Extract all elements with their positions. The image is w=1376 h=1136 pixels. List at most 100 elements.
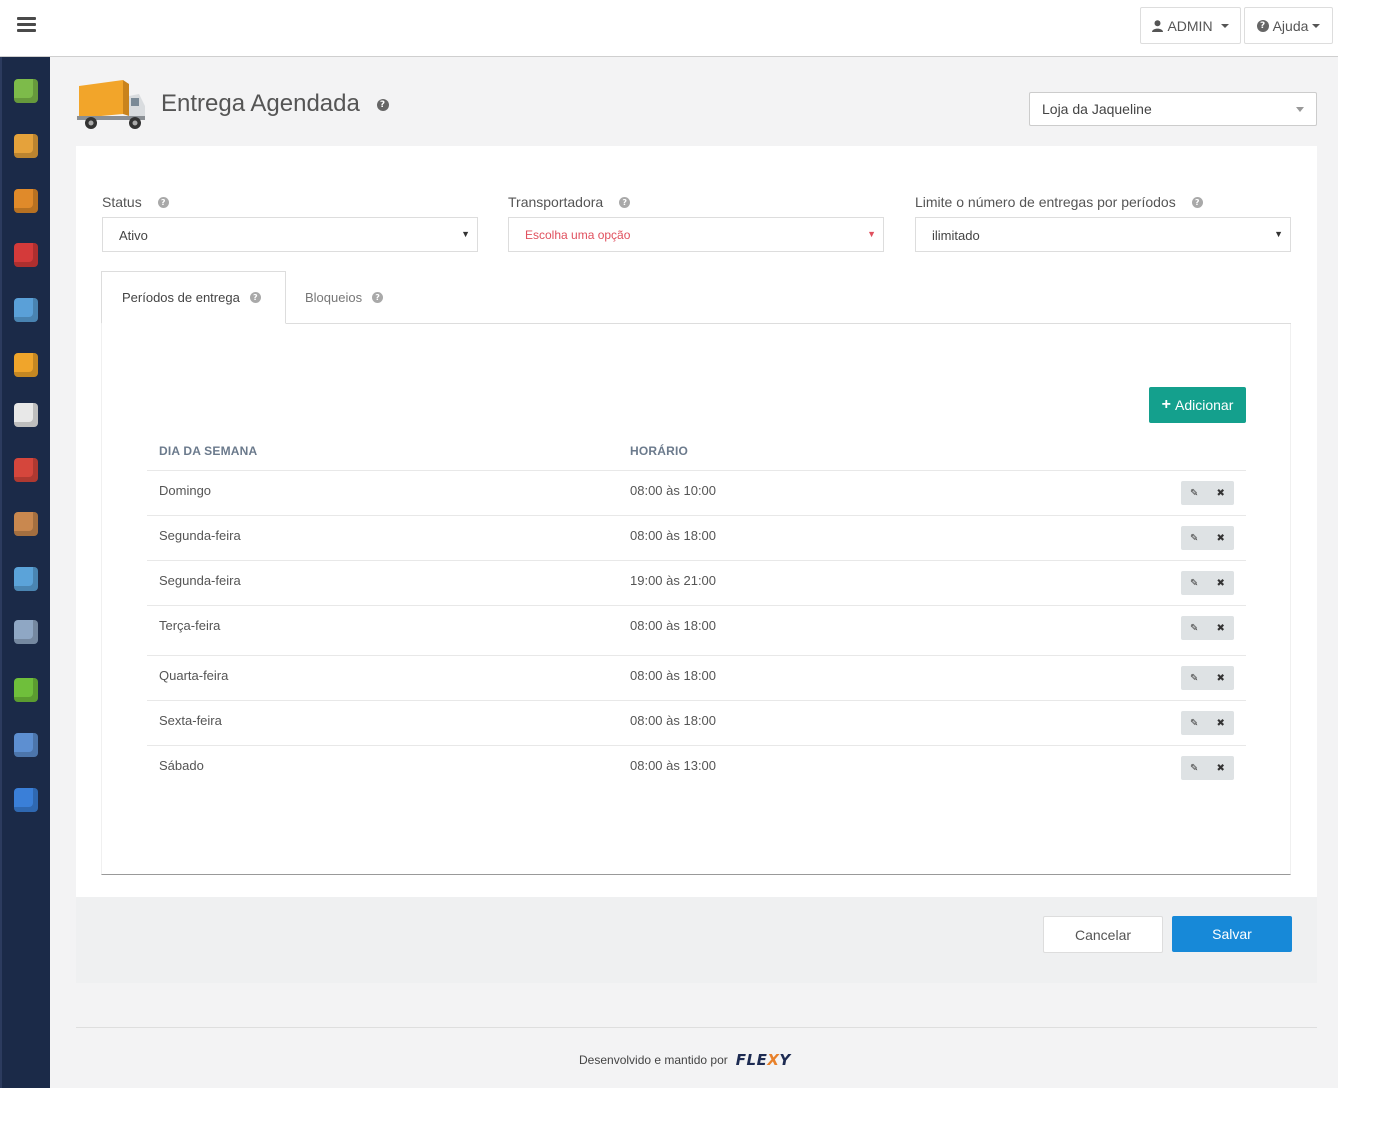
menu-toggle-icon[interactable] [17,17,36,32]
day-cell: Terça-feira [159,618,221,633]
day-cell: Domingo [159,483,212,498]
bar-chart-icon[interactable] [14,678,38,702]
time-cell: 08:00 às 18:00 [630,618,717,633]
user-icon [1152,19,1164,32]
delete-x-icon[interactable]: ✖ [1208,526,1235,550]
delete-x-icon[interactable]: ✖ [1208,481,1235,505]
help-icon[interactable]: ? [1191,196,1203,208]
page-footer: Desenvolvido e mantido por FLEXY [579,1051,791,1069]
caret-down-icon: ▼ [867,229,876,239]
time-cell: 08:00 às 18:00 [630,528,717,543]
main-content: Entrega Agendada ? Loja da Jaqueline Sta… [50,57,1338,1088]
help-book-icon[interactable] [14,788,38,812]
form-actions-bar: Cancelar Salvar [76,897,1317,983]
day-cell: Segunda-feira [159,528,241,543]
help-icon[interactable]: ? [372,292,384,303]
chevron-down-icon [1296,107,1304,112]
user-menu-button[interactable]: ADMIN [1140,7,1241,44]
edit-pencil-icon[interactable]: ✎ [1181,526,1208,550]
limit-select-value: ilimitado [932,228,980,243]
help-icon[interactable]: ? [249,292,261,303]
chevron-down-icon [1220,23,1229,28]
sidebar [0,57,50,1088]
users-icon[interactable] [14,458,38,482]
time-cell: 08:00 às 18:00 [630,668,717,683]
page-title-wrap: Entrega Agendada ? [161,90,389,118]
tab-label: Períodos de entrega [122,290,240,305]
help-menu-label: Ajuda [1272,17,1309,34]
edit-pencil-icon[interactable]: ✎ [1181,481,1208,505]
edit-pencil-icon[interactable]: ✎ [1181,666,1208,690]
monitor-settings-icon[interactable] [14,733,38,757]
tab-delivery-periods[interactable]: Períodos de entrega ? [101,271,286,324]
page-title: Entrega Agendada [161,90,360,117]
form-card: Status ? Ativo ▼ Transportadora ? Escolh… [76,146,1317,983]
tab-label: Bloqueios [305,290,363,305]
box-icon[interactable] [14,189,38,213]
user-icon[interactable] [14,512,38,536]
truck-icon[interactable] [14,353,38,377]
limit-label: Limite o número de entregas por períodos [915,194,1176,210]
edit-pencil-icon[interactable]: ✎ [1181,756,1208,780]
carrier-label: Transportadora [508,194,604,210]
table-row: Terça-feira 08:00 às 18:00 ✎ ✖ [147,605,1246,650]
add-button[interactable]: + Adicionar [1149,387,1246,423]
delete-x-icon[interactable]: ✖ [1208,616,1235,640]
chevron-down-icon [1312,23,1321,28]
help-icon[interactable]: ? [157,196,169,208]
window-chart-icon[interactable] [14,298,38,322]
status-label-wrap: Status ? [102,194,169,210]
store-select-value: Loja da Jaqueline [1042,101,1152,117]
top-navbar: ADMIN ? Ajuda [0,0,1338,57]
tabs: Períodos de entrega ? Bloqueios ? [101,271,1291,324]
delete-x-icon[interactable]: ✖ [1208,756,1235,780]
table-row: Quarta-feira 08:00 às 18:00 ✎ ✖ [147,655,1246,700]
row-actions: ✎ ✖ [1181,481,1234,505]
help-menu-button[interactable]: ? Ajuda [1244,7,1333,44]
status-select-value: Ativo [119,228,148,243]
edit-pencil-icon[interactable]: ✎ [1181,616,1208,640]
day-cell: Sábado [159,758,204,773]
table-row: Segunda-feira 08:00 às 18:00 ✎ ✖ [147,515,1246,560]
help-icon[interactable]: ? [376,99,389,111]
carrier-label-wrap: Transportadora ? [508,194,631,210]
status-label: Status [102,194,142,210]
column-header-day: DIA DA SEMANA [159,444,258,458]
delete-x-icon[interactable]: ✖ [1208,666,1235,690]
time-cell: 08:00 às 10:00 [630,483,717,498]
day-cell: Segunda-feira [159,573,241,588]
delete-x-icon[interactable]: ✖ [1208,711,1235,735]
truck-logo-icon [77,80,145,129]
add-button-label: Adicionar [1174,397,1234,413]
document-icon[interactable] [14,403,38,427]
delete-x-icon[interactable]: ✖ [1208,571,1235,595]
cancel-button[interactable]: Cancelar [1043,916,1163,953]
help-icon[interactable]: ? [619,196,631,208]
database-user-icon[interactable] [14,620,38,644]
tab-panel-delivery-periods: + Adicionar DIA DA SEMANA HORÁRIO Doming… [101,324,1291,875]
tab-blocks[interactable]: Bloqueios ? [285,271,403,324]
carrier-select[interactable]: Escolha uma opção ▼ [508,217,884,252]
status-select[interactable]: Ativo ▼ [102,217,478,252]
table-row: Sábado 08:00 às 13:00 ✎ ✖ [147,745,1246,790]
database-cube-icon[interactable] [14,79,38,103]
discount-icon[interactable] [14,243,38,267]
caret-down-icon: ▼ [1274,229,1283,239]
time-cell: 19:00 às 21:00 [630,573,717,588]
time-cell: 08:00 às 18:00 [630,713,717,728]
store-select[interactable]: Loja da Jaqueline [1029,92,1317,126]
row-actions: ✎ ✖ [1181,756,1234,780]
store-icon[interactable] [14,134,38,158]
save-button[interactable]: Salvar [1172,916,1292,952]
edit-pencil-icon[interactable]: ✎ [1181,711,1208,735]
image-icon[interactable] [14,567,38,591]
table-row: Domingo 08:00 às 10:00 ✎ ✖ [147,470,1246,515]
help-icon: ? [1256,19,1269,32]
edit-pencil-icon[interactable]: ✎ [1181,571,1208,595]
row-actions: ✎ ✖ [1181,616,1234,640]
footer-divider [76,1027,1317,1028]
row-actions: ✎ ✖ [1181,571,1234,595]
limit-select[interactable]: ilimitado ▼ [915,217,1291,252]
carrier-select-value: Escolha uma opção [525,228,631,242]
limit-label-wrap: Limite o número de entregas por períodos… [915,194,1203,210]
